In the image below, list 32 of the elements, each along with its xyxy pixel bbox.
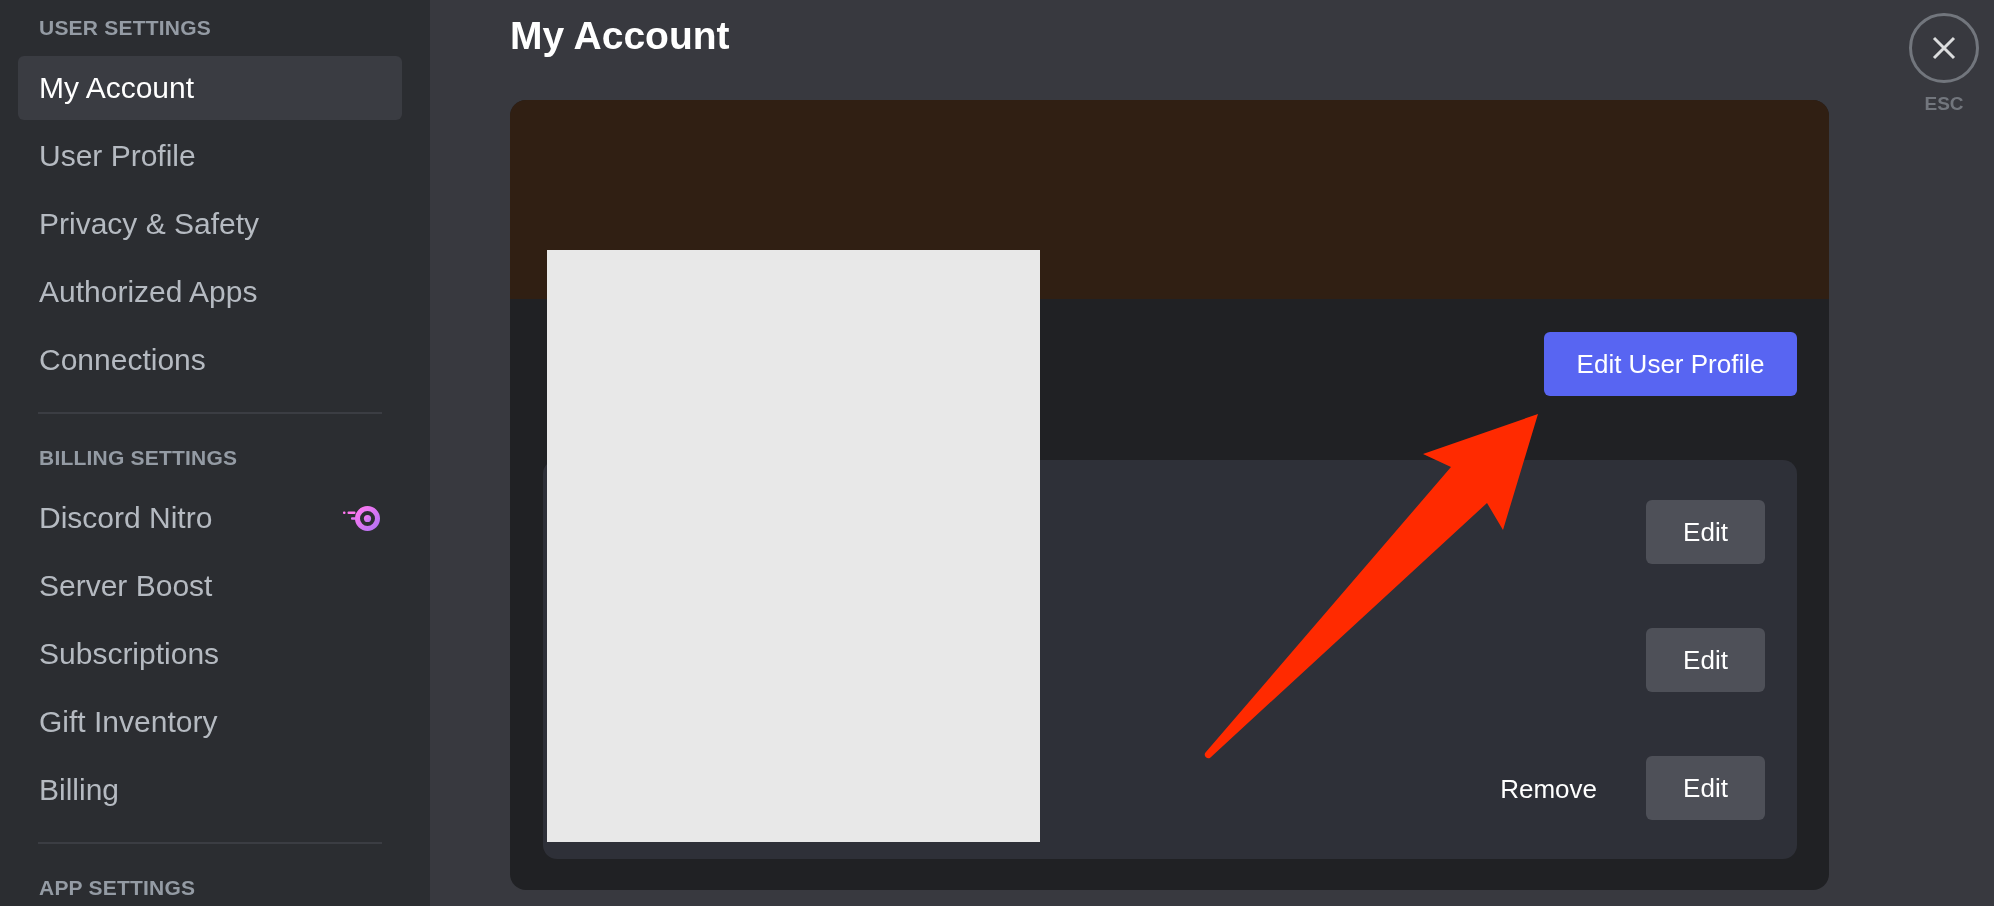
sidebar-item[interactable]: Server Boost bbox=[18, 554, 402, 618]
sidebar-item[interactable]: Connections bbox=[18, 328, 402, 392]
edit-button[interactable]: Edit bbox=[1646, 756, 1765, 820]
section-heading: BILLING SETTINGS bbox=[38, 445, 239, 471]
sidebar-item-label: Discord Nitro bbox=[39, 500, 213, 536]
sidebar-item[interactable]: My Account bbox=[18, 56, 402, 120]
close-button[interactable] bbox=[1909, 13, 1979, 83]
sidebar-item-label: Gift Inventory bbox=[39, 704, 218, 740]
sidebar-item[interactable]: Authorized Apps bbox=[18, 260, 402, 324]
esc-label: ESC bbox=[1924, 93, 1964, 115]
sidebar-item[interactable]: Gift Inventory bbox=[18, 690, 402, 754]
sidebar-item-label: Subscriptions bbox=[39, 636, 220, 672]
edit-button[interactable]: Edit bbox=[1646, 628, 1765, 692]
sidebar-item-label: User Profile bbox=[39, 138, 196, 174]
sidebar-item-label: Billing bbox=[39, 772, 120, 808]
section-heading: USER SETTINGS bbox=[38, 15, 212, 41]
section-heading: APP SETTINGS bbox=[38, 875, 197, 901]
sidebar-item[interactable]: Subscriptions bbox=[18, 622, 402, 686]
sidebar-item[interactable]: Billing bbox=[18, 758, 402, 822]
sidebar-item-label: Privacy & Safety bbox=[39, 206, 260, 242]
sidebar-item[interactable]: User Profile bbox=[18, 124, 402, 188]
sidebar-item-label: Connections bbox=[39, 342, 206, 378]
sidebar-item-label: Authorized Apps bbox=[39, 274, 258, 310]
page-title: My Account bbox=[510, 13, 730, 59]
sidebar-item[interactable]: Discord Nitro bbox=[18, 486, 402, 550]
sidebar-item-label: My Account bbox=[39, 70, 195, 106]
close-icon bbox=[1932, 36, 1956, 60]
edit-profile-button[interactable]: Edit User Profile bbox=[1544, 332, 1797, 396]
sidebar-item-label: Server Boost bbox=[39, 568, 213, 604]
edit-button[interactable]: Edit bbox=[1646, 500, 1765, 564]
remove-link[interactable]: Remove bbox=[1484, 766, 1613, 810]
sidebar-item[interactable]: Privacy & Safety bbox=[18, 192, 402, 256]
